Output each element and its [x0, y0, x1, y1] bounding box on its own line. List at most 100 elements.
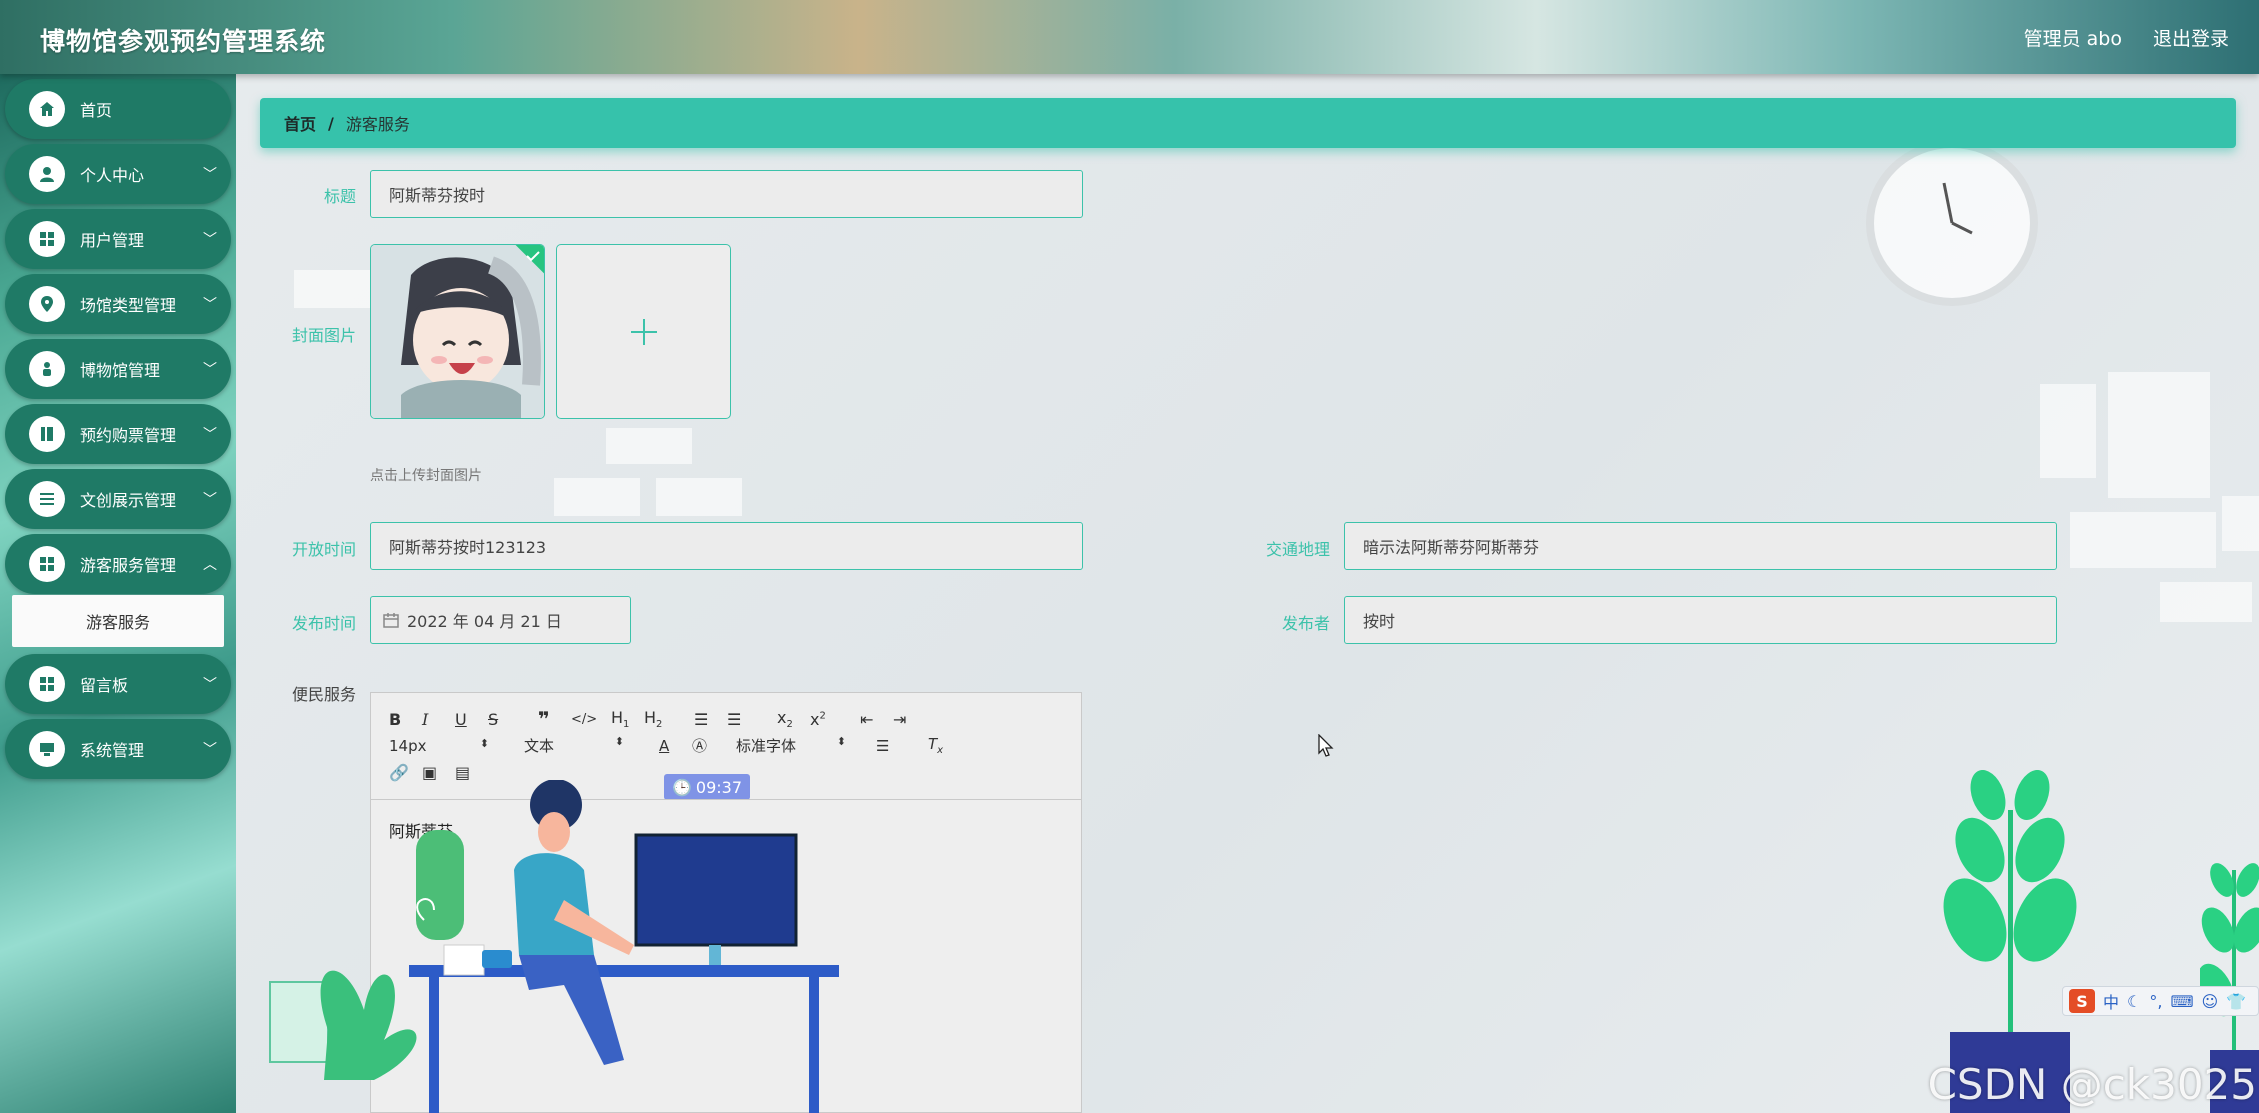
- align-button[interactable]: ☰: [876, 737, 928, 755]
- font-size-value: 14px: [389, 736, 427, 755]
- blockquote-button[interactable]: ❞: [538, 707, 571, 731]
- calendar-icon: [383, 613, 399, 628]
- user-icon: ☺: [2201, 991, 2219, 1011]
- sidebar-item-label: 留言板: [80, 676, 129, 695]
- chevron-down-icon: ﹀: [203, 742, 217, 758]
- sidebar-item-visitor-service[interactable]: 游客服务管理 ︿: [5, 534, 231, 594]
- open-time-input[interactable]: 阿斯蒂芬按时123123: [370, 522, 1083, 570]
- cover-image-thumbnail[interactable]: [370, 244, 545, 419]
- breadcrumb-home[interactable]: 首页: [284, 111, 316, 135]
- italic-button[interactable]: I: [422, 710, 455, 729]
- publisher-input[interactable]: 按时: [1344, 596, 2057, 644]
- app-title: 博物馆参观预约管理系统: [40, 27, 327, 56]
- decoration-block: [2070, 512, 2216, 568]
- decoration-block: [656, 478, 742, 516]
- paragraph-value: 文本: [524, 737, 555, 755]
- editor-toolbar-row-1: B I U S ❞ </> H1 H2 ☰ ☰ x2 x2 ⇤ ⇥: [389, 707, 926, 731]
- indent-button[interactable]: ⇥: [893, 710, 926, 729]
- cover-upload-hint: 点击上传封面图片: [370, 468, 482, 484]
- decoration-block: [294, 270, 370, 308]
- publisher-label: 发布者: [1281, 614, 1330, 633]
- keyboard-icon: ⌨: [2170, 991, 2194, 1011]
- clear-format-button[interactable]: Tx: [928, 735, 961, 756]
- sidebar-item-label: 个人中心: [80, 166, 145, 185]
- sidebar-subitem-visitor-service[interactable]: 游客服务: [12, 595, 224, 647]
- code-block-button[interactable]: </>: [571, 712, 611, 727]
- sidebar-item-home[interactable]: 首页: [5, 79, 231, 139]
- mouse-cursor-icon: [1318, 734, 1334, 757]
- publish-date-value: 2022 年 04 月 21 日: [407, 612, 562, 631]
- title-input[interactable]: 阿斯蒂芬按时: [370, 170, 1083, 218]
- font-size-select[interactable]: 14px ⬍: [389, 737, 489, 755]
- sidebar-item-booking[interactable]: 预约购票管理 ﹀: [5, 404, 231, 464]
- cover-label: 封面图片: [291, 326, 356, 345]
- sogou-logo-icon: S: [2069, 989, 2095, 1013]
- chevron-down-icon: ﹀: [203, 677, 217, 693]
- outdent-button[interactable]: ⇤: [860, 710, 893, 729]
- sidebar-item-system[interactable]: 系统管理 ﹀: [5, 719, 231, 779]
- sidebar-item-label: 场馆类型管理: [80, 296, 177, 315]
- select-arrow-icon: ⬍: [614, 735, 624, 748]
- location-icon: [29, 286, 65, 322]
- chevron-down-icon: ﹀: [203, 427, 217, 443]
- superscript-button[interactable]: x2: [810, 710, 860, 729]
- decoration-block: [2108, 372, 2210, 498]
- sidebar-item-venue-type[interactable]: 场馆类型管理 ﹀: [5, 274, 231, 334]
- sidebar: 首页 个人中心 ﹀ 用户管理 ﹀ 场馆类型管理 ﹀ 博物馆管理 ﹀ 预约购票管理…: [0, 74, 236, 1113]
- traffic-label: 交通地理: [1265, 540, 1330, 559]
- list-icon: [29, 481, 65, 517]
- book-icon: [29, 416, 65, 452]
- sidebar-item-label: 文创展示管理: [80, 491, 177, 510]
- ordered-list-button[interactable]: ☰: [694, 710, 727, 729]
- open-time-label: 开放时间: [291, 540, 356, 559]
- moon-icon: ☾: [2127, 991, 2142, 1011]
- paragraph-select[interactable]: 文本 ⬍: [524, 735, 624, 756]
- editor-toolbar-row-2: 14px ⬍ 文本 ⬍ A Ⓐ 标准字体 ⬍ ☰ Tx: [389, 735, 961, 756]
- underline-button[interactable]: U: [455, 710, 488, 729]
- sidebar-item-museum[interactable]: 博物馆管理 ﹀: [5, 339, 231, 399]
- sidebar-item-profile[interactable]: 个人中心 ﹀: [5, 144, 231, 204]
- sidebar-item-message-board[interactable]: 留言板 ﹀: [5, 654, 231, 714]
- background-color-button[interactable]: Ⓐ: [692, 735, 736, 756]
- service-label: 便民服务: [291, 685, 356, 704]
- sidebar-item-label: 首页: [80, 101, 113, 120]
- ime-toolbar[interactable]: S 中 ☾ °, ⌨ ☺ 👕: [2062, 986, 2259, 1016]
- sidebar-item-label: 预约购票管理: [80, 426, 177, 445]
- font-color-button[interactable]: A: [659, 737, 692, 755]
- decoration-block: [2040, 384, 2096, 478]
- sidebar-item-label: 用户管理: [80, 231, 145, 250]
- traffic-input[interactable]: 暗示法阿斯蒂芬阿斯蒂芬: [1344, 522, 2057, 570]
- heading2-button[interactable]: H2: [644, 708, 694, 730]
- current-user: 管理员 abo: [2023, 28, 2122, 50]
- grid-icon: [29, 221, 65, 257]
- decoration-block: [554, 478, 640, 516]
- office-illustration: [269, 780, 839, 1113]
- check-icon: [526, 251, 540, 262]
- strikethrough-button[interactable]: S: [488, 710, 538, 729]
- upload-add-button[interactable]: [556, 244, 731, 419]
- font-family-select[interactable]: 标准字体 ⬍: [736, 735, 846, 756]
- font-family-value: 标准字体: [736, 737, 797, 755]
- select-arrow-icon: ⬍: [479, 736, 489, 750]
- sidebar-item-label: 游客服务管理: [80, 556, 177, 575]
- chevron-down-icon: ﹀: [203, 362, 217, 378]
- ime-mode-label: 中: [2103, 993, 2120, 1012]
- decoration-block: [2222, 496, 2259, 551]
- bold-button[interactable]: B: [389, 710, 422, 729]
- clock-decoration: [1866, 140, 2038, 306]
- sidebar-item-creative[interactable]: 文创展示管理 ﹀: [5, 469, 231, 529]
- publish-date-picker[interactable]: 2022 年 04 月 21 日: [370, 596, 631, 644]
- breadcrumb: 首页 / 游客服务: [260, 98, 2236, 148]
- decoration-block: [606, 428, 692, 464]
- shirt-icon: 👕: [2226, 991, 2247, 1011]
- home-icon: [29, 91, 65, 127]
- sidebar-item-users[interactable]: 用户管理 ﹀: [5, 209, 231, 269]
- user-icon: [29, 156, 65, 192]
- monitor-icon: [29, 731, 65, 767]
- bullet-list-button[interactable]: ☰: [727, 710, 777, 729]
- logout-link[interactable]: 退出登录: [2153, 24, 2229, 51]
- heading1-button[interactable]: H1: [611, 708, 644, 730]
- person-icon: [29, 351, 65, 387]
- chevron-up-icon: ︿: [203, 557, 217, 573]
- subscript-button[interactable]: x2: [777, 708, 810, 730]
